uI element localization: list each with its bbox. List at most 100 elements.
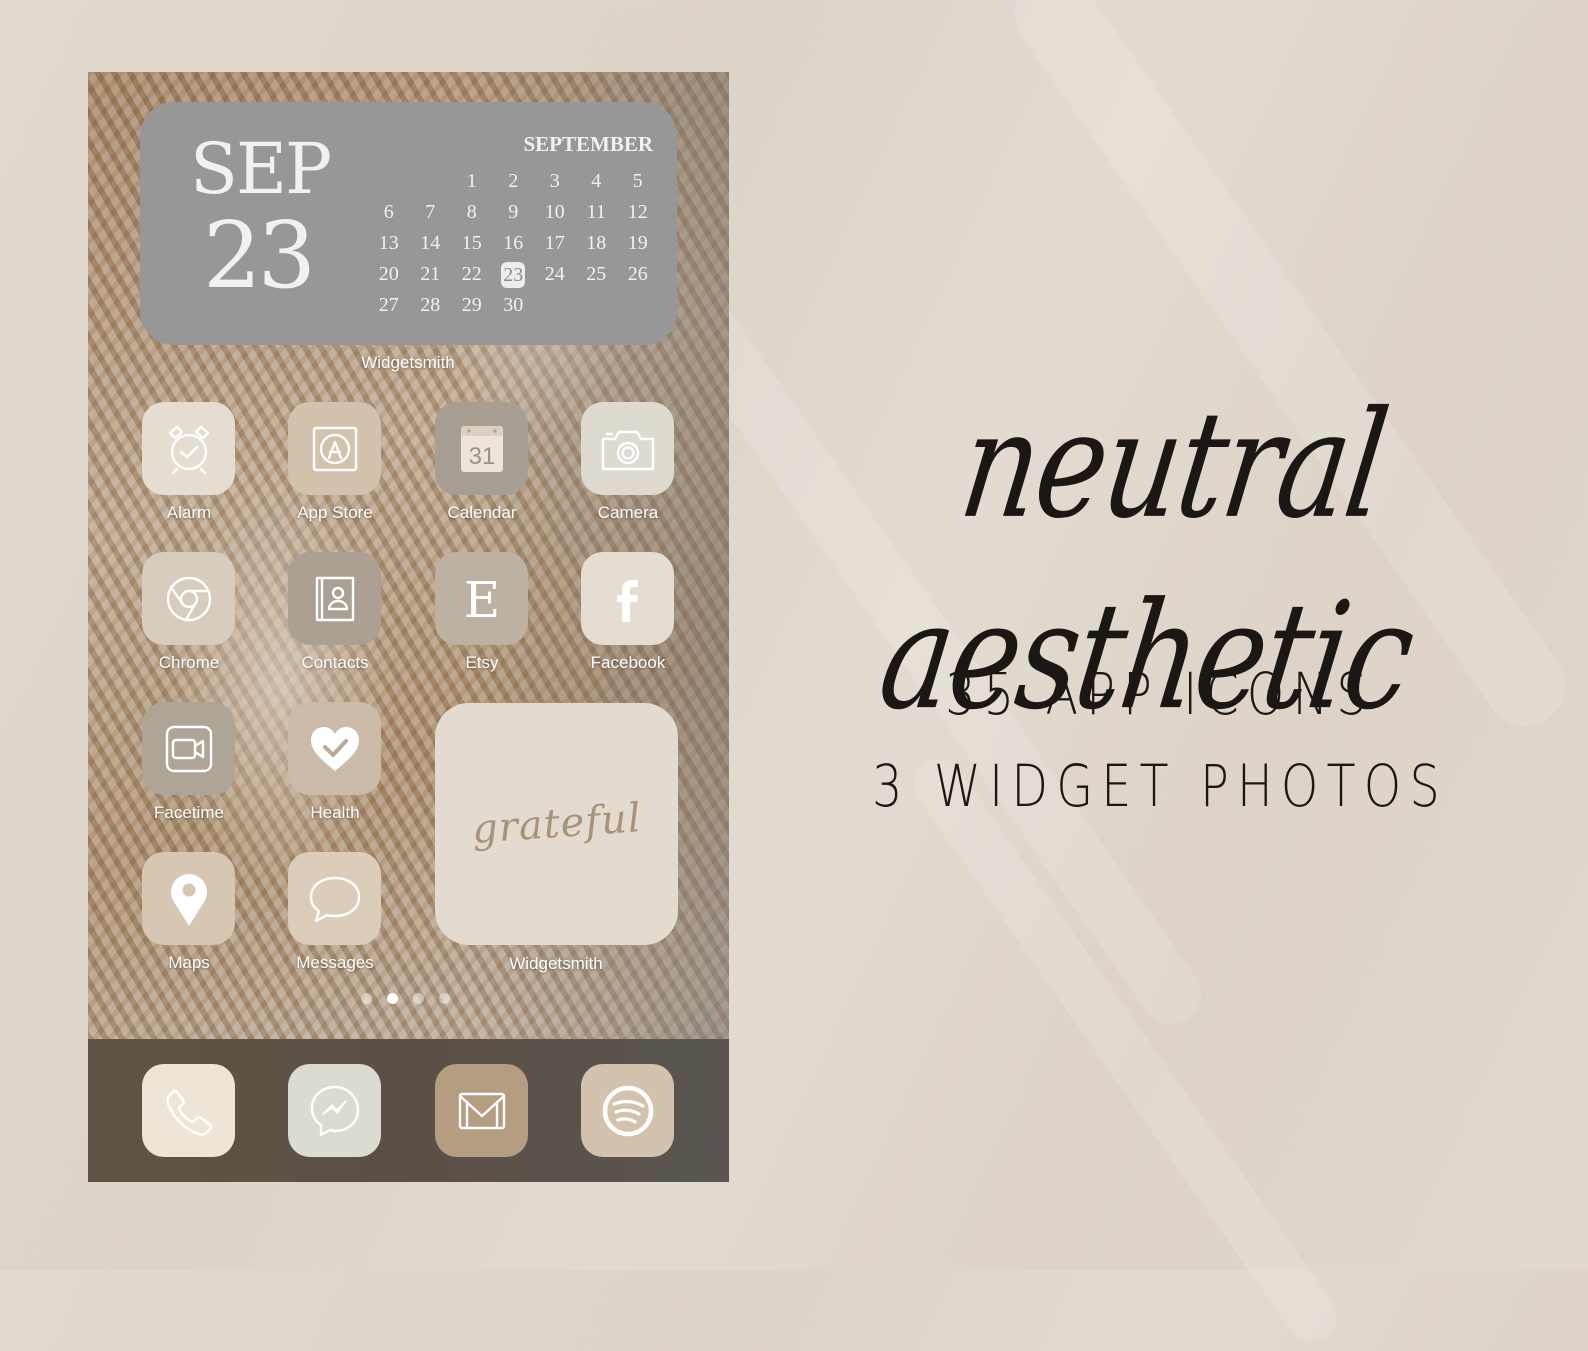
calendar-day: 6 — [368, 197, 410, 228]
dock-app-gmail[interactable] — [435, 1064, 529, 1157]
app-calendar[interactable]: 31 Calendar — [435, 402, 529, 523]
calendar-day-number: 23 — [501, 261, 526, 288]
page-indicator[interactable] — [361, 993, 450, 1004]
spotify-icon[interactable] — [581, 1064, 674, 1157]
calendar-day: 25 — [576, 259, 618, 290]
app-store-icon[interactable] — [288, 402, 381, 495]
page-dot-active[interactable] — [387, 993, 398, 1004]
heart-check-icon[interactable] — [288, 702, 381, 795]
calendar-day-number: 8 — [466, 201, 477, 223]
svg-text:E: E — [463, 572, 500, 626]
calendar-day-number: 28 — [420, 294, 441, 316]
app-facetime[interactable]: Facetime — [142, 702, 236, 823]
calendar-widget[interactable]: SEP 23 SEPTEMBER 1 2 3 4 5 6 7 8 9 10 11 12 13 14 15 16… — [140, 102, 677, 345]
mail-icon[interactable] — [435, 1064, 528, 1157]
page-dot[interactable] — [439, 993, 450, 1004]
calendar-day: 24 — [534, 259, 576, 290]
promo-line-1: 35 APP ICONS — [945, 660, 1375, 728]
calendar-day-number: 19 — [627, 232, 648, 254]
app-label: Calendar — [447, 503, 517, 522]
calendar-day-number: 27 — [378, 294, 399, 316]
etsy-icon[interactable]: E — [435, 552, 528, 645]
calendar-day: 16 — [493, 228, 535, 259]
calendar-day: 29 — [451, 290, 493, 321]
calendar-day: 13 — [368, 228, 410, 259]
calendar-month-short: SEP — [190, 128, 332, 210]
calendar-day-number: 1 — [466, 170, 477, 192]
app-label: Chrome — [158, 653, 220, 672]
speech-bubble-icon[interactable] — [288, 852, 381, 945]
calendar-day-number: 20 — [378, 263, 399, 285]
calendar-day: 17 — [534, 228, 576, 259]
calendar-day: 14 — [410, 228, 452, 259]
calendar-day: 9 — [493, 197, 535, 228]
video-camera-icon[interactable] — [142, 702, 235, 795]
calendar-day-number: 12 — [627, 201, 648, 223]
dock-app-messenger[interactable] — [288, 1064, 382, 1157]
app-etsy[interactable]: E Etsy — [435, 552, 529, 673]
calendar-day-today: 23 — [493, 259, 535, 290]
app-health[interactable]: Health — [288, 702, 382, 823]
app-maps[interactable]: Maps — [142, 852, 236, 973]
page-dot[interactable] — [361, 993, 372, 1004]
calendar-day-number: 7 — [425, 201, 436, 223]
calendar-day-number: 25 — [586, 263, 607, 285]
app-chrome[interactable]: Chrome — [142, 552, 236, 673]
app-label: Alarm — [166, 503, 212, 522]
calendar-day-number: 30 — [503, 294, 524, 316]
facebook-icon[interactable] — [581, 552, 674, 645]
calendar-day: 7 — [410, 197, 452, 228]
page-dot[interactable] — [413, 993, 424, 1004]
app-label: Facebook — [590, 653, 666, 672]
calendar-day-number: 5 — [632, 170, 643, 192]
calendar-day-big: 23 — [202, 202, 316, 309]
map-pin-icon[interactable] — [142, 852, 235, 945]
app-messages[interactable]: Messages — [288, 852, 382, 973]
quote-widget[interactable]: grateful — [435, 703, 678, 945]
app-facebook[interactable]: Facebook — [581, 552, 675, 673]
calendar-day: 12 — [617, 197, 659, 228]
calendar-day-number: 11 — [586, 201, 606, 223]
chrome-icon[interactable] — [142, 552, 235, 645]
app-contacts[interactable]: Contacts — [288, 552, 382, 673]
app-label: Maps — [168, 953, 210, 972]
app-label: Messages — [296, 953, 374, 972]
calendar-day: 19 — [617, 228, 659, 259]
dock-app-phone[interactable] — [142, 1064, 236, 1157]
camera-icon[interactable] — [581, 402, 674, 495]
calendar-day: 10 — [534, 197, 576, 228]
calendar-day-number: 29 — [461, 294, 482, 316]
calendar-day-number: 24 — [544, 263, 565, 285]
calendar-month-long: SEPTEMBER — [523, 132, 653, 156]
dock-app-spotify[interactable] — [581, 1064, 675, 1157]
messenger-icon[interactable] — [288, 1064, 381, 1157]
app-camera[interactable]: Camera — [581, 402, 675, 523]
alarm-clock-icon[interactable] — [142, 402, 235, 495]
calendar-day: 21 — [410, 259, 452, 290]
phone-home-screen: SEP 23 SEPTEMBER 1 2 3 4 5 6 7 8 9 10 11 12 13 14 15 16… — [88, 72, 729, 1182]
app-alarm[interactable]: Alarm — [142, 402, 236, 523]
app-label: Health — [310, 803, 360, 822]
app-label: Contacts — [301, 653, 369, 672]
calendar-day: 18 — [576, 228, 618, 259]
calendar-day-number: 21 — [420, 263, 441, 285]
app-app-store[interactable]: App Store — [288, 402, 382, 523]
calendar-blank-cell — [368, 166, 410, 197]
calendar-day-number: 10 — [544, 201, 565, 223]
calendar-day: 4 — [576, 166, 618, 197]
dock — [88, 1039, 729, 1182]
app-label: App Store — [297, 503, 373, 522]
calendar-blank-cell — [410, 166, 452, 197]
calendar-day-number: 17 — [544, 232, 565, 254]
calendar-icon[interactable]: 31 — [435, 402, 528, 495]
promo-line-2: 3 WIDGET PHOTOS — [872, 752, 1448, 820]
app-label: Camera — [597, 503, 659, 522]
calendar-day-number: 6 — [383, 201, 394, 223]
calendar-day: 22 — [451, 259, 493, 290]
calendar-day: 8 — [451, 197, 493, 228]
app-label: Etsy — [465, 653, 499, 672]
phone-icon[interactable] — [142, 1064, 235, 1157]
calendar-day-number: 9 — [508, 201, 519, 223]
contacts-book-icon[interactable] — [288, 552, 381, 645]
calendar-grid: 1 2 3 4 5 6 7 8 9 10 11 12 13 14 15 16 17 18 19 20 21 22 23 24 2… — [368, 166, 658, 321]
